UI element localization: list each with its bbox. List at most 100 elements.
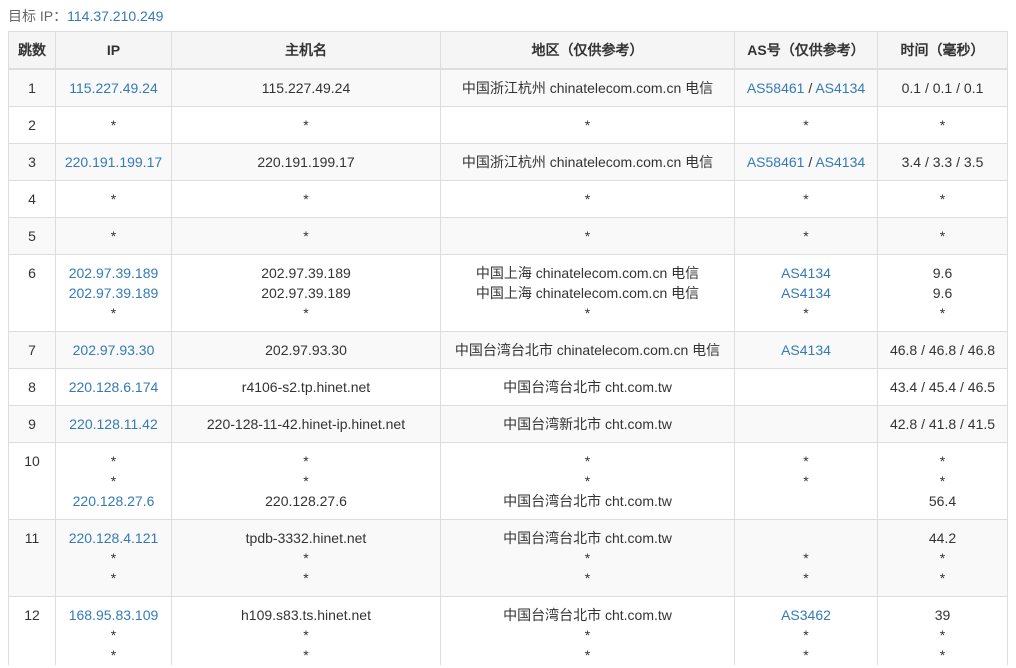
ip-cell: *: [55, 106, 172, 144]
ip-cell: 220.191.199.17: [55, 143, 172, 181]
ip-line: *: [60, 471, 167, 491]
region: 中国上海 chinatelecom.com.cn 电信: [475, 285, 700, 301]
time-value: *: [939, 647, 946, 663]
region-cell: *: [440, 106, 735, 144]
ip-line: *: [60, 625, 167, 645]
hop-number: 3: [28, 154, 36, 170]
as-link[interactable]: AS4134: [815, 154, 865, 170]
ip-line: *: [60, 189, 167, 209]
region: *: [584, 117, 591, 133]
time-cell: 43.4 / 45.4 / 46.5: [877, 368, 1008, 406]
time-cell: 39 * *: [877, 596, 1008, 665]
hostname: *: [303, 473, 309, 489]
ip-link[interactable]: 168.95.83.109: [69, 607, 159, 623]
as-link[interactable]: AS58461: [747, 154, 805, 170]
hop-number: 11: [24, 530, 40, 546]
region: 中国台湾台北市 cht.com.tw: [503, 493, 672, 509]
hop-number: 9: [28, 416, 36, 432]
hop-number-cell: 5: [8, 217, 56, 255]
hop-row: 12 168.95.83.109 * * h109.s83.ts.hinet.net * *…: [8, 596, 1008, 665]
as-link[interactable]: AS4134: [781, 265, 831, 281]
hostname: *: [303, 627, 309, 643]
ip-line: *: [60, 568, 167, 588]
time-value: 43.4 / 45.4 / 46.5: [889, 379, 996, 395]
hostname: 115.227.49.24: [261, 80, 351, 96]
as-cell: *: [734, 180, 878, 218]
time-cell: 46.8 / 46.8 / 46.8: [877, 331, 1008, 369]
hostname: tpdb-3332.hinet.net: [245, 530, 367, 546]
time-value: *: [939, 550, 946, 566]
as-cell: [734, 368, 878, 406]
column-header-hop: 跳数: [8, 31, 56, 70]
ip-link[interactable]: 202.97.93.30: [73, 342, 155, 358]
ip-link[interactable]: 202.97.39.189: [69, 265, 159, 281]
ip-cell: 220.128.6.174: [55, 368, 172, 406]
hostname-cell: *: [171, 217, 441, 255]
hostname: *: [303, 453, 309, 469]
column-header-hostname: 主机名: [171, 31, 441, 70]
ip-link[interactable]: 115.227.49.24: [69, 80, 158, 96]
ip-link[interactable]: 202.97.39.189: [69, 285, 159, 301]
ip-link[interactable]: 220.128.11.42: [69, 416, 158, 432]
ip-timeout: *: [110, 228, 117, 244]
hostname-cell: 115.227.49.24: [171, 68, 441, 107]
ip-timeout: *: [110, 627, 117, 643]
hop-number-cell: 11: [8, 519, 56, 597]
ip-link[interactable]: 220.128.4.121: [69, 530, 159, 546]
as-link[interactable]: AS4134: [781, 342, 831, 358]
as-line: AS58461 / AS4134: [739, 78, 873, 98]
hostname-cell: *: [171, 106, 441, 144]
region-cell: 中国上海 chinatelecom.com.cn 电信 中国上海 chinatel…: [440, 254, 735, 332]
hostname-cell: tpdb-3332.hinet.net * *: [171, 519, 441, 597]
ip-timeout: *: [110, 647, 117, 663]
hop-row: 5 * * * * *: [8, 217, 1008, 255]
header-row: 跳数 IP 主机名 地区（仅供参考） AS号（仅供参考） 时间（毫秒）: [8, 31, 1008, 70]
ip-line: *: [60, 451, 167, 471]
hop-number-cell: 4: [8, 180, 56, 218]
as-cell: AS58461 / AS4134: [734, 68, 878, 107]
hop-row: 7 202.97.93.30 202.97.93.30 中国台湾台北市 chinate…: [8, 331, 1008, 369]
time-value: 46.8 / 46.8 / 46.8: [889, 342, 996, 358]
ip-timeout: *: [110, 453, 117, 469]
region-cell: 中国浙江杭州 chinatelecom.com.cn 电信: [440, 143, 735, 181]
region: *: [584, 453, 591, 469]
as-cell: *: [734, 106, 878, 144]
region: *: [584, 647, 591, 663]
time-value: 0.1 / 0.1 / 0.1: [901, 80, 984, 96]
as-line: *: [739, 471, 873, 491]
hop-number-cell: 10: [8, 442, 56, 520]
ip-link[interactable]: 220.128.27.6: [73, 493, 155, 509]
time-cell: 9.6 9.6 *: [877, 254, 1008, 332]
hop-number: 6: [28, 265, 36, 281]
ip-link[interactable]: 220.191.199.17: [65, 154, 162, 170]
time-value: 9.6: [932, 265, 953, 281]
hostname-cell: *: [171, 180, 441, 218]
as-link[interactable]: AS58461: [747, 80, 805, 96]
hop-row: 10 * * 220.128.27.6 * * 220.128.27.6 * * 中国台湾台北市 …: [8, 442, 1008, 520]
as-link[interactable]: AS4134: [815, 80, 865, 96]
ip-timeout: *: [110, 550, 117, 566]
as-link[interactable]: AS4134: [781, 285, 831, 301]
ip-timeout: *: [110, 191, 117, 207]
as-timeout: *: [803, 117, 809, 133]
hop-row: 9 220.128.11.42 220-128-11-42.hinet-ip.hin…: [8, 405, 1008, 443]
as-link[interactable]: AS3462: [781, 607, 831, 623]
hop-number-cell: 12: [8, 596, 56, 665]
hostname: *: [303, 228, 309, 244]
hop-number: 10: [24, 453, 40, 469]
ip-line: 115.227.49.24: [60, 78, 167, 98]
hop-number: 7: [28, 342, 36, 358]
ip-cell: 115.227.49.24: [55, 68, 172, 107]
ip-link[interactable]: 220.128.6.174: [69, 379, 159, 395]
region-cell: * * 中国台湾台北市 cht.com.tw: [440, 442, 735, 520]
region: *: [584, 305, 591, 321]
hostname: *: [303, 550, 309, 566]
hop-number-cell: 8: [8, 368, 56, 406]
region-cell: 中国台湾台北市 cht.com.tw * *: [440, 596, 735, 665]
ip-line: *: [60, 303, 167, 323]
ip-cell: *: [55, 217, 172, 255]
hop-number-cell: 3: [8, 143, 56, 181]
hostname: 202.97.39.189: [261, 265, 351, 281]
region-cell: *: [440, 180, 735, 218]
region: 中国台湾台北市 cht.com.tw: [503, 530, 672, 546]
